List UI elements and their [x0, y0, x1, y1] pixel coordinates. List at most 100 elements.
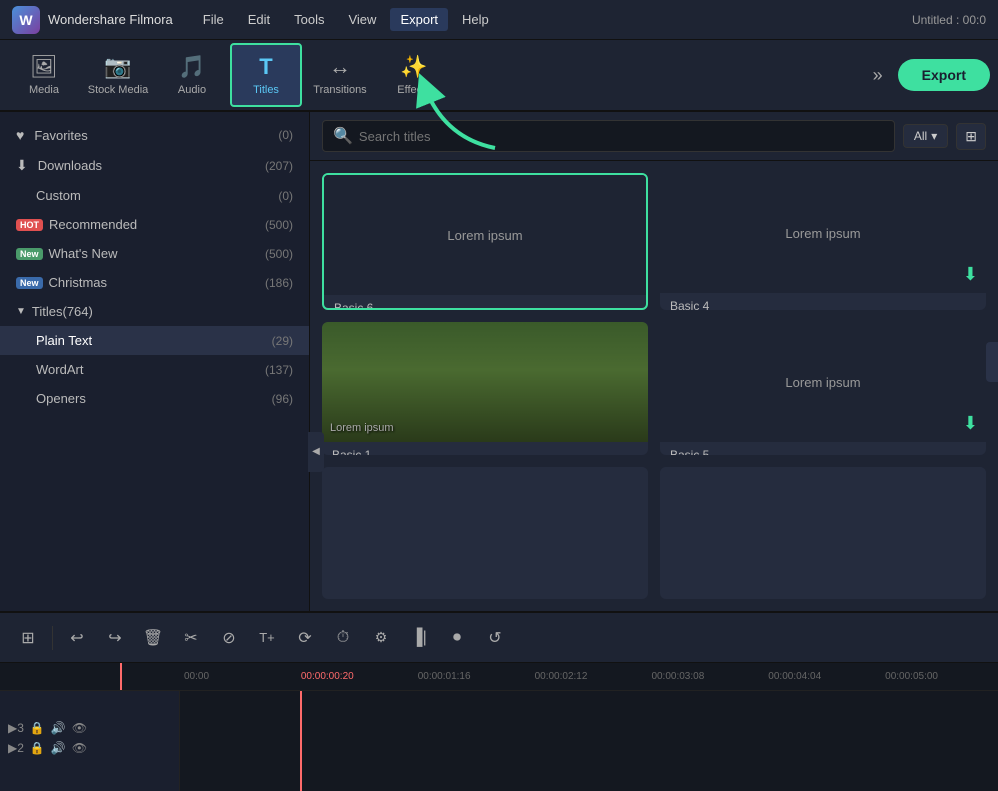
menu-tools[interactable]: Tools [284, 8, 334, 31]
tab-titles-label: Titles [253, 84, 279, 96]
track-area [180, 691, 998, 791]
favorites-icon: ♥ [16, 127, 24, 143]
sidebar-count-recommended: (500) [265, 218, 293, 232]
delete-button[interactable]: 🗑 [137, 622, 169, 654]
track1-play-icon[interactable]: ▶3 [8, 721, 24, 735]
sidebar-item-wordart[interactable]: WordArt (137) [0, 355, 309, 384]
track1-audio-icon[interactable]: 🔊 [51, 721, 66, 735]
tab-audio[interactable]: 🎵 Audio [156, 43, 228, 107]
thumb-image-basic1: Lorem ipsum [322, 322, 648, 442]
sidebar-count-openers: (96) [272, 392, 293, 406]
track2-audio-icon[interactable]: 🔊 [51, 741, 66, 755]
thumb-text-basic5: Lorem ipsum [785, 375, 860, 390]
title-card-thumb-basic6: Lorem ipsum [324, 175, 646, 295]
sidebar-item-downloads[interactable]: ⬇ Downloads (207) [0, 150, 309, 181]
track1-eye-icon[interactable]: 👁 [72, 721, 87, 735]
more-button[interactable]: » [860, 57, 896, 93]
ruler-mark-0: 00:00 [180, 671, 297, 682]
tab-titles[interactable]: T Titles [230, 43, 302, 107]
ruler-mark-1: 00:00:00:20 [297, 671, 414, 682]
tab-media[interactable]: 🖼 Media [8, 43, 80, 107]
menu-view[interactable]: View [338, 8, 386, 31]
sidebar-count-plain-text: (29) [272, 334, 293, 348]
filter-dropdown[interactable]: All ▾ [903, 124, 948, 148]
equalizer-button[interactable]: ⚙ [365, 622, 397, 654]
title-card-basic6[interactable]: Lorem ipsum Basic 6 [322, 173, 648, 310]
sidebar-item-christmas[interactable]: New Christmas (186) [0, 268, 309, 297]
filter-label: All [914, 129, 927, 143]
title-card-basic4[interactable]: Lorem ipsum ⬇ Basic 4 [660, 173, 986, 310]
sidebar-label-wordart: WordArt [36, 362, 265, 377]
tab-stock-media-label: Stock Media [88, 84, 149, 96]
tab-media-label: Media [29, 84, 59, 96]
new-badge-whatsnew: New [16, 248, 43, 260]
collapse-sidebar-button[interactable]: ◀ [308, 432, 324, 472]
title-card-label-basic1: Basic 1 [322, 442, 648, 455]
text-button[interactable]: T+ [251, 622, 283, 654]
sidebar-item-openers[interactable]: Openers (96) [0, 384, 309, 413]
menu-edit[interactable]: Edit [238, 8, 280, 31]
sidebar-count-wordart: (137) [265, 363, 293, 377]
timeline-section: ⊞ ↩ ↪ 🗑 ✂ ⊘ T+ ⟳ ⏱ ⚙ ▐| ⏺ ↺ 00:00 00:00:… [0, 611, 998, 791]
crop-button[interactable]: ⊘ [213, 622, 245, 654]
menu-export[interactable]: Export [390, 8, 448, 31]
grid-toggle-button[interactable]: ⊞ [956, 123, 986, 150]
keyframe-button[interactable]: ▐| [403, 622, 435, 654]
sidebar-item-custom[interactable]: Custom (0) [0, 181, 309, 210]
sidebar-item-favorites[interactable]: ♥ Favorites (0) [0, 120, 309, 150]
timeline-divider1 [52, 626, 53, 650]
sidebar-count-titles: (764) [62, 304, 92, 319]
window-title: Untitled : 00:0 [912, 13, 986, 27]
sidebar-item-whats-new[interactable]: New What's New (500) [0, 239, 309, 268]
title-card-thumb-basic5: Lorem ipsum ⬇ [660, 322, 986, 442]
tab-transitions[interactable]: ↔ Transitions [304, 43, 376, 107]
ruler-mark-2: 00:00:01:16 [414, 671, 531, 682]
title-card-label-basic6: Basic 6 [324, 295, 646, 310]
title-card-empty1[interactable] [322, 467, 648, 599]
tab-audio-label: Audio [178, 84, 206, 96]
sidebar-count-whats-new: (500) [265, 247, 293, 261]
content-area: 🔍 All ▾ ⊞ Lorem ipsum Basic 6 [310, 112, 998, 611]
thumb-text-basic6: Lorem ipsum [447, 228, 522, 243]
track-row-1: ▶3 🔒 🔊 👁 [8, 721, 171, 735]
title-card-empty2[interactable] [660, 467, 986, 599]
title-card-basic5[interactable]: Lorem ipsum ⬇ Basic 5 [660, 322, 986, 455]
content-toolbar: 🔍 All ▾ ⊞ [310, 112, 998, 161]
title-card-thumb-basic4: Lorem ipsum ⬇ [660, 173, 986, 293]
playhead-line-ruler [120, 663, 122, 690]
tab-effects[interactable]: ✨ Effects [378, 43, 450, 107]
sidebar-count-christmas: (186) [265, 276, 293, 290]
record-button[interactable]: ⏺ [441, 622, 473, 654]
timeline-grid-button[interactable]: ⊞ [12, 622, 44, 654]
sidebar-item-plain-text[interactable]: Plain Text (29) [0, 326, 309, 355]
download-icon-basic5[interactable]: ⬇ [963, 413, 978, 434]
track2-play-icon[interactable]: ▶2 [8, 741, 24, 755]
undo-button[interactable]: ↩ [61, 622, 93, 654]
track2-eye-icon[interactable]: 👁 [72, 741, 87, 755]
ruler-mark-4: 00:00:03:08 [647, 671, 764, 682]
tab-stock-media[interactable]: 📷 Stock Media [82, 43, 154, 107]
effects-icon: ✨ [400, 54, 427, 80]
track2-lock-icon[interactable]: 🔒 [30, 741, 45, 755]
tab-transitions-label: Transitions [313, 84, 366, 96]
export-button[interactable]: Export [898, 59, 990, 91]
timeline-toolbar: ⊞ ↩ ↪ 🗑 ✂ ⊘ T+ ⟳ ⏱ ⚙ ▐| ⏺ ↺ [0, 613, 998, 663]
redo-button[interactable]: ↪ [99, 622, 131, 654]
timer-button[interactable]: ⏱ [327, 622, 359, 654]
search-input[interactable] [359, 129, 884, 144]
cut-button[interactable]: ✂ [175, 622, 207, 654]
thumb-overlay-text-basic1: Lorem ipsum [330, 422, 394, 434]
sidebar-count-downloads: (207) [265, 159, 293, 173]
titles-icon: T [259, 54, 272, 80]
stabilize-button[interactable]: ↺ [479, 622, 511, 654]
sidebar-section-titles[interactable]: ▼ Titles (764) [0, 297, 309, 326]
loop-button[interactable]: ⟳ [289, 622, 321, 654]
track1-lock-icon[interactable]: 🔒 [30, 721, 45, 735]
menu-help[interactable]: Help [452, 8, 499, 31]
app-logo: W Wondershare Filmora [12, 6, 173, 34]
title-card-basic1[interactable]: Lorem ipsum Basic 1 [322, 322, 648, 455]
title-card-thumb-basic1: Lorem ipsum [322, 322, 648, 442]
menu-file[interactable]: File [193, 8, 234, 31]
download-icon-basic4[interactable]: ⬇ [963, 264, 978, 285]
sidebar-item-recommended[interactable]: HOT Recommended (500) [0, 210, 309, 239]
